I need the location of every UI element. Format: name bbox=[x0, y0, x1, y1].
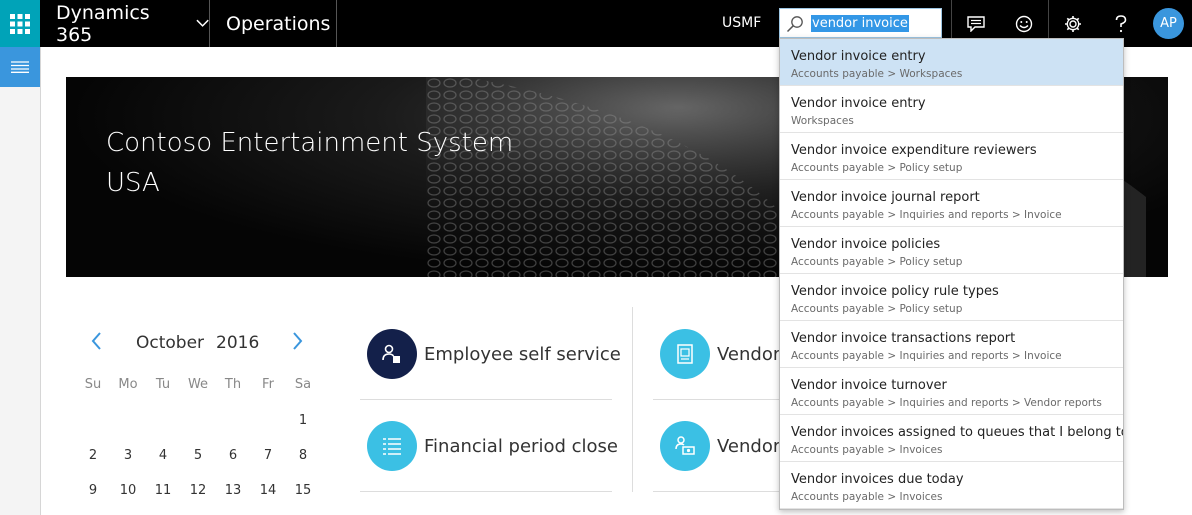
search-result-title: Vendor invoice policies bbox=[791, 237, 941, 252]
chevron-left-icon[interactable] bbox=[90, 330, 102, 352]
search-result-title: Vendor invoice policy rule types bbox=[791, 284, 999, 299]
search-icon bbox=[786, 16, 803, 33]
calendar-day[interactable]: 11 bbox=[146, 483, 180, 498]
search-result-path: Workspaces bbox=[791, 115, 854, 127]
search-result-title: Vendor invoice transactions report bbox=[791, 331, 1016, 346]
search-result-title: Vendor invoices due today bbox=[791, 472, 964, 487]
tile-column-divider bbox=[632, 307, 633, 492]
search-result-item[interactable]: Vendor invoice policies Accounts payable … bbox=[780, 227, 1123, 274]
waffle-icon bbox=[10, 14, 30, 34]
employee-icon bbox=[367, 329, 417, 379]
calendar-day[interactable]: 10 bbox=[111, 483, 145, 498]
company-picker[interactable]: USMF bbox=[722, 15, 761, 31]
weekday-label: Su bbox=[84, 377, 102, 392]
weekday-label: Mo bbox=[118, 377, 138, 392]
avatar[interactable]: AP bbox=[1153, 8, 1184, 39]
help-icon bbox=[1115, 14, 1127, 32]
weekday-label: Sa bbox=[294, 377, 312, 392]
tile-vendor-invoices[interactable]: Vendor bbox=[660, 308, 780, 400]
weekday-label: Th bbox=[224, 377, 242, 392]
search-result-path: Accounts payable > Policy setup bbox=[791, 256, 963, 268]
weekday-label: Fr bbox=[262, 377, 274, 392]
search-result-title: Vendor invoice entry bbox=[791, 96, 926, 111]
left-nav-pane bbox=[0, 47, 41, 515]
vendor-payment-icon bbox=[660, 421, 710, 471]
search-input[interactable]: vendor invoice bbox=[811, 15, 909, 32]
smiley-icon bbox=[1015, 15, 1033, 32]
app-launcher-button[interactable] bbox=[0, 0, 40, 47]
tile-employee-self-service[interactable]: Employee self service bbox=[367, 308, 621, 400]
company-country: USA bbox=[106, 168, 160, 198]
search-result-path: Accounts payable > Inquiries and reports… bbox=[791, 209, 1062, 221]
product-switcher[interactable]: Dynamics 365 bbox=[40, 0, 210, 47]
search-result-item[interactable]: Vendor invoice turnover Accounts payable … bbox=[780, 368, 1123, 415]
search-result-item[interactable]: Vendor invoice entry Accounts payable > W… bbox=[780, 39, 1123, 86]
search-result-item[interactable]: Vendor invoices due today Accounts payabl… bbox=[780, 462, 1123, 509]
calendar-day[interactable]: 5 bbox=[181, 448, 215, 463]
calendar-year[interactable]: 2016 bbox=[216, 333, 259, 353]
tile-label: Vendor bbox=[717, 343, 781, 365]
list-icon bbox=[367, 421, 417, 471]
calendar-month[interactable]: October bbox=[136, 333, 204, 353]
search-result-title: Vendor invoice journal report bbox=[791, 190, 980, 205]
search-result-title: Vendor invoice turnover bbox=[791, 378, 947, 393]
calendar-day[interactable]: 2 bbox=[76, 448, 110, 463]
message-icon bbox=[967, 15, 985, 32]
search-result-item[interactable]: Vendor invoice policy rule types Accounts… bbox=[780, 274, 1123, 321]
search-result-item[interactable]: Vendor invoice entry Workspaces bbox=[780, 86, 1123, 133]
tile-label: Employee self service bbox=[424, 343, 621, 365]
calendar-day[interactable]: 7 bbox=[251, 448, 285, 463]
search-result-path: Accounts payable > Invoices bbox=[791, 491, 943, 503]
search-result-path: Accounts payable > Inquiries and reports… bbox=[791, 397, 1102, 409]
calendar-day[interactable]: 9 bbox=[76, 483, 110, 498]
search-result-item[interactable]: Vendor invoice expenditure reviewers Acco… bbox=[780, 133, 1123, 180]
search-box[interactable]: vendor invoice bbox=[779, 8, 942, 38]
search-result-title: Vendor invoice expenditure reviewers bbox=[791, 143, 1037, 158]
tile-vendor-payments[interactable]: Vendor bbox=[660, 400, 780, 492]
calendar-day[interactable]: 15 bbox=[286, 483, 320, 498]
search-results-dropdown: Vendor invoice entry Accounts payable > W… bbox=[779, 38, 1124, 510]
tile-financial-period-close[interactable]: Financial period close bbox=[367, 400, 618, 492]
app-name-label: Operations bbox=[226, 12, 331, 35]
calendar-day[interactable]: 8 bbox=[286, 448, 320, 463]
tile-label: Vendor bbox=[717, 435, 781, 457]
tile-divider bbox=[360, 491, 612, 492]
calendar-day[interactable]: 4 bbox=[146, 448, 180, 463]
calendar-day[interactable]: 3 bbox=[111, 448, 145, 463]
weekday-label: We bbox=[187, 377, 209, 392]
calendar-day[interactable]: 13 bbox=[216, 483, 250, 498]
search-result-item[interactable]: Vendor invoices assigned to queues that … bbox=[780, 415, 1123, 462]
search-result-path: Accounts payable > Inquiries and reports… bbox=[791, 350, 1062, 362]
app-name[interactable]: Operations bbox=[211, 0, 337, 47]
chevron-right-icon[interactable] bbox=[292, 330, 304, 352]
gear-icon bbox=[1065, 15, 1081, 32]
weekday-label: Tu bbox=[155, 377, 171, 392]
banner-title: Contoso Entertainment System USA bbox=[106, 123, 513, 203]
search-result-path: Accounts payable > Workspaces bbox=[791, 68, 963, 80]
calendar-day[interactable]: 1 bbox=[286, 413, 320, 428]
company-name: Contoso Entertainment System bbox=[106, 128, 514, 158]
search-result-item[interactable]: Vendor invoice transactions report Accoun… bbox=[780, 321, 1123, 368]
search-result-title: Vendor invoice entry bbox=[791, 49, 926, 64]
tile-label: Financial period close bbox=[424, 435, 618, 457]
expand-nav-button[interactable] bbox=[0, 47, 40, 87]
search-result-path: Accounts payable > Policy setup bbox=[791, 162, 963, 174]
calendar-day[interactable]: 12 bbox=[181, 483, 215, 498]
search-result-title: Vendor invoices assigned to queues that … bbox=[791, 425, 1124, 440]
search-result-path: Accounts payable > Invoices bbox=[791, 444, 943, 456]
product-name: Dynamics 365 bbox=[56, 1, 150, 46]
document-icon bbox=[660, 329, 710, 379]
search-result-item[interactable]: Vendor invoice journal report Accounts pa… bbox=[780, 180, 1123, 227]
hamburger-icon bbox=[11, 61, 29, 73]
tile-divider bbox=[653, 491, 779, 492]
search-result-path: Accounts payable > Policy setup bbox=[791, 303, 963, 315]
calendar-day[interactable]: 6 bbox=[216, 448, 250, 463]
chevron-down-icon bbox=[196, 19, 209, 27]
calendar-day[interactable]: 14 bbox=[251, 483, 285, 498]
